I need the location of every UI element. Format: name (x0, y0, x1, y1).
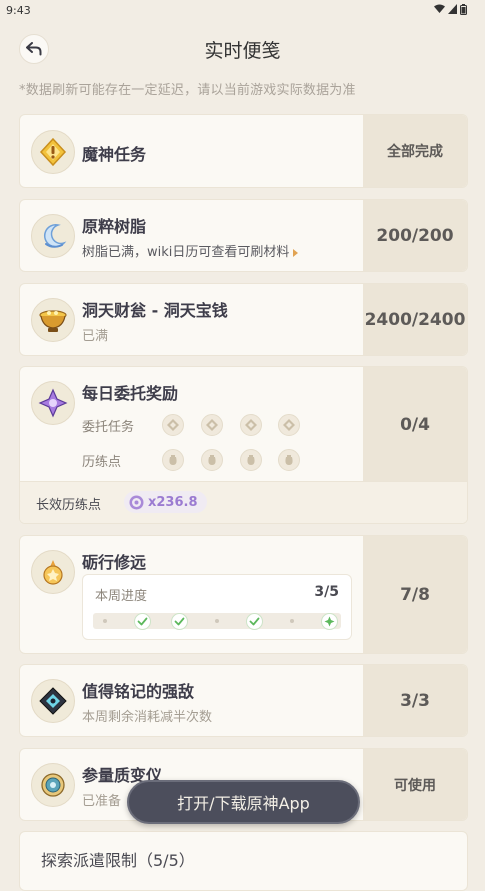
wifi-icon (434, 4, 445, 13)
resin-card: 原粹树脂 树脂已满，wiki日历可查看可刷材料 200/200 (19, 199, 468, 272)
weekly-boss-task-value: 全部完成 (363, 115, 467, 187)
encounter-points-title: 砺行修远 (82, 553, 147, 572)
transformer-value: 可使用 (363, 749, 467, 820)
encounter-points-icon-wrap (31, 550, 75, 594)
weekly-boss-discount-subtitle: 本周剩余消耗减半次数 (82, 710, 213, 725)
commission-diamond-icon (283, 419, 295, 431)
commission-slot-1 (162, 414, 184, 436)
commission-slot-4 (278, 414, 300, 436)
arrow-right-icon (293, 248, 299, 257)
commission-diamond-icon (167, 419, 179, 431)
resin-icon-wrap (31, 214, 75, 258)
weekly-progress-box: 本周进度 3/5 (82, 574, 352, 640)
progress-check-icon (132, 612, 152, 630)
progress-dot (282, 613, 302, 629)
long-term-points-badge: x236.8 (124, 491, 207, 513)
open-app-label: 打开/下载原神App (177, 794, 310, 813)
battery-icon (460, 4, 467, 15)
transformer-gadget-icon (41, 773, 65, 797)
encounter-points-value: 7/8 (363, 536, 467, 653)
status-icons (434, 4, 467, 15)
realm-currency-value: 2400/2400 (363, 284, 467, 355)
treasure-bowl-icon (39, 310, 67, 332)
resin-moon-icon (43, 224, 67, 248)
weekly-boss-task-card: 魔神任务 全部完成 (19, 114, 468, 188)
weekly-boss-discount-icon-wrap (31, 679, 75, 723)
resin-value: 200/200 (363, 200, 467, 271)
expedition-title: 探索派遣限制（5/5） (41, 851, 195, 870)
progress-check-icon (319, 612, 339, 630)
data-delay-notice: *数据刷新可能存在一定延迟，请以当前游戏实际数据为准 (19, 83, 356, 98)
weekly-boss-task-title: 魔神任务 (82, 145, 147, 164)
points-slot-1 (162, 449, 184, 471)
weekly-boss-discount-card: 值得铭记的强敌 本周剩余消耗减半次数 3/3 (19, 664, 468, 737)
yellow-diamond-icon (39, 137, 67, 167)
progress-check-icon (170, 612, 190, 630)
commission-diamond-icon (245, 419, 257, 431)
daily-commission-card: 每日委托奖励 委托任务 历练点 0/4 长效历练点 x236.8 (19, 366, 468, 524)
transformer-subtitle: 已准备 (82, 794, 122, 809)
long-term-points-row: 长效历练点 x236.8 (20, 481, 467, 523)
commission-diamond-icon (206, 419, 218, 431)
boss-eye-icon (39, 687, 67, 715)
weekly-progress-value: 3/5 (314, 584, 339, 600)
commission-row-label: 委托任务 (82, 420, 135, 435)
weekly-boss-discount-title: 值得铭记的强敌 (82, 682, 195, 701)
status-bar: 9:43 (0, 0, 485, 22)
points-bag-icon (208, 455, 216, 465)
open-app-button[interactable]: 打开/下载原神App (127, 780, 360, 824)
points-row-label: 历练点 (82, 455, 122, 470)
progress-dot (207, 613, 227, 629)
realm-currency-card: 洞天财瓮 - 洞天宝钱 已满 2400/2400 (19, 283, 468, 356)
daily-commission-title: 每日委托奖励 (82, 384, 179, 403)
commission-slot-2 (201, 414, 223, 436)
weekly-progress-track (93, 612, 341, 630)
page-title: 实时便笺 (204, 40, 281, 62)
points-bag-icon (285, 455, 293, 465)
expedition-card: 探索派遣限制（5/5） (19, 831, 468, 891)
daily-commission-icon-wrap (31, 381, 75, 425)
realm-currency-icon-wrap (31, 298, 75, 342)
signal-icon (448, 4, 457, 14)
realm-currency-subtitle: 已满 (82, 329, 109, 344)
realm-currency-title: 洞天财瓮 - 洞天宝钱 (82, 301, 228, 320)
daily-commission-value: 0/4 (363, 367, 467, 483)
purple-plus-icon (129, 495, 144, 509)
progress-dot (95, 613, 115, 629)
points-bag-icon (247, 455, 255, 465)
points-bag-icon (169, 455, 177, 465)
points-slot-4 (278, 449, 300, 471)
weekly-progress-label: 本周进度 (95, 589, 148, 604)
status-time: 9:43 (6, 4, 31, 17)
long-term-points-value: x236.8 (148, 494, 198, 510)
weekly-boss-task-icon-wrap (31, 130, 75, 174)
resin-title: 原粹树脂 (82, 217, 147, 236)
long-term-points-label: 长效历练点 (36, 498, 102, 513)
points-slot-3 (240, 449, 262, 471)
encounter-points-card: 砺行修远 本周进度 3/5 7/8 (19, 535, 468, 654)
purple-star-icon (38, 388, 68, 418)
weekly-boss-discount-value: 3/3 (363, 665, 467, 736)
transformer-icon-wrap (31, 763, 75, 807)
commission-slot-3 (240, 414, 262, 436)
points-slot-2 (201, 449, 223, 471)
resin-wiki-link[interactable]: 树脂已满，wiki日历可查看可刷材料 (82, 241, 299, 260)
golden-flower-icon (43, 560, 63, 585)
resin-subtitle: 树脂已满，wiki日历可查看可刷材料 (82, 245, 290, 260)
progress-check-icon (244, 612, 264, 630)
